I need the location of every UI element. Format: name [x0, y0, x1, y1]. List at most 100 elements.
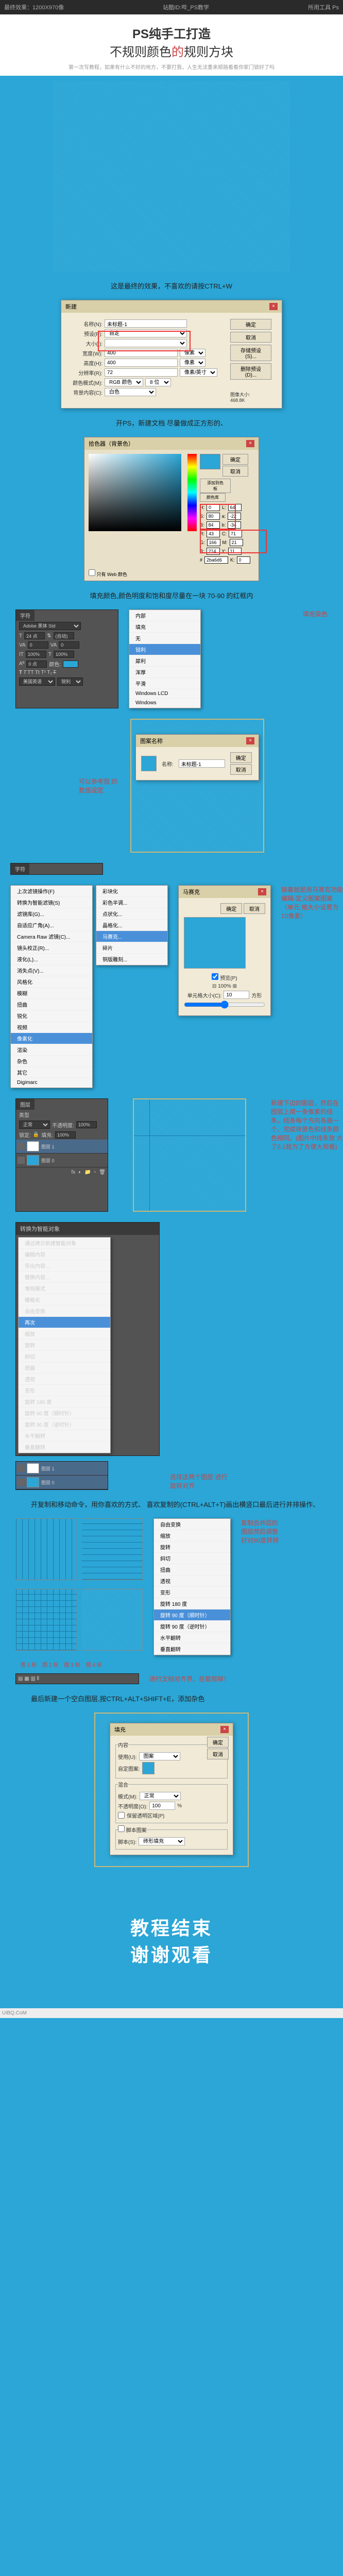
cancel-button[interactable]: 取消 [222, 466, 248, 477]
pattern-name-input[interactable] [179, 759, 225, 768]
distribute-icon[interactable]: ⫴ [37, 1676, 39, 1682]
eye-icon[interactable] [18, 1143, 25, 1150]
res-input[interactable] [105, 368, 178, 377]
close-icon[interactable]: × [246, 440, 254, 447]
delete-preset-button[interactable]: 删除预设(D)... [230, 363, 271, 380]
cancel-button[interactable]: 取消 [230, 764, 252, 775]
close-icon[interactable]: × [220, 1726, 229, 1733]
canvas-lines [133, 1098, 246, 1212]
align-left-icon[interactable]: ▤ [18, 1676, 23, 1682]
ok-button[interactable]: 确定 [207, 1737, 229, 1748]
highlight-sb [200, 504, 236, 530]
title-main: PS纯手工打造 [0, 24, 343, 42]
font-select[interactable]: Adobe 黑体 Std [19, 622, 81, 630]
char-tab[interactable]: 字符 [16, 610, 35, 621]
step8-caption: 开复制和移动命令，用你喜欢的方式、 喜欢复制的(CTRL+ALT+T)画出横竖口… [0, 1495, 343, 1513]
pattern-preview [141, 756, 157, 771]
align-right-icon[interactable]: ▥ [30, 1676, 35, 1682]
color-swatch[interactable] [63, 660, 78, 668]
title-block: PS纯手工打造 不规则颜色的规则方块 第一次写教程，如果有什么不好的地方，不要打… [0, 14, 343, 76]
web-only-checkbox[interactable] [89, 569, 95, 576]
ok-button[interactable]: 确定 [230, 752, 252, 763]
save-preset-button[interactable]: 存储预设(S)... [230, 345, 271, 361]
grid-preview-3 [15, 1589, 77, 1651]
new-layer-icon[interactable]: ▫ [94, 1170, 96, 1175]
close-icon[interactable]: × [258, 888, 266, 895]
header-right: 所用工具 Ps [308, 3, 339, 11]
title-sub: 不规则颜色的规则方块 [0, 42, 343, 60]
doc-name-input[interactable] [105, 319, 187, 328]
top-bar: 最终效果：1200X970像 站酷ID:哔_PS教学 所用工具 Ps [0, 0, 343, 14]
bg-select[interactable]: 白色 [105, 388, 156, 396]
step3-caption: 填充颜色,颜色明度和饱和度尽量在一块 70-90 的红框内 [0, 586, 343, 604]
fill-use-select[interactable]: 图案 [139, 1752, 180, 1760]
filter-section: 字符 [0, 858, 343, 880]
add-swatch-button[interactable]: 添加到色板 [200, 479, 231, 493]
grid-preview-1 [15, 1518, 77, 1580]
height-input[interactable] [105, 359, 178, 367]
step10-caption: 进行文档对齐界、在裁剪掉！ [149, 1674, 230, 1683]
final-preview [53, 81, 290, 272]
step11-caption: 最后新建一个空白图层,按CTRL+ALT+SHIFT+E，添加杂色 [0, 1689, 343, 1707]
selected-layers: 转换为智能对象 通过拷贝新建智能对象 编辑内容 导出内容... 替换内容... … [15, 1222, 160, 1456]
ok-button[interactable]: 确定 [220, 903, 242, 914]
pixelate-submenu: 彩块化 彩色半调... 点状化... 晶格化... 马赛克... 碎片 铜版雕刻… [96, 885, 168, 965]
preview-checkbox[interactable] [212, 973, 218, 980]
mosaic-preview [184, 917, 246, 969]
menu-item[interactable]: 内部 [129, 610, 200, 621]
hex-input[interactable] [204, 556, 228, 564]
leading-icon: ⇅ [47, 633, 51, 639]
title-note: 第一次写教程，如果有什么不好的地方，不要打我，人生无法重来顺路看看你家门锁好了吗 [0, 63, 343, 71]
step6-caption: 新建下边的图层，然后在 图层上用一条像素的线 条，线条每个方向各画一 个、完成背… [271, 1098, 343, 1212]
color-picker-dialog: 拾色器（背景色）× 确定 取消 添加到色板 颜色库 H:L: S:a: B:b:… [84, 437, 259, 581]
header-mid: 站酷ID:哔_PS教学 [163, 3, 209, 11]
close-icon[interactable]: × [246, 737, 254, 744]
cancel-button[interactable]: 取消 [230, 332, 271, 343]
filter-menu: 上次滤镜操作(F) 转换为智能滤镜(S) 滤镜库(G)... 自适应广角(A).… [10, 885, 93, 1088]
aa-select[interactable]: 锐利 [57, 677, 83, 686]
hue-slider[interactable] [187, 454, 197, 531]
ok-button[interactable]: 确定 [230, 319, 271, 330]
grid-preview-2 [81, 1518, 143, 1580]
align-center-icon[interactable]: ▦ [24, 1676, 29, 1682]
footer: UiBQ.CoM [0, 2008, 343, 2018]
highlight-box [98, 331, 191, 351]
layers-panel: 图层 类型 正常不透明度: 锁定:🔒填充: 图层 1 图层 0 fx◐📁▫🗑 [15, 1098, 108, 1212]
fx-icon[interactable]: fx [71, 1170, 75, 1175]
close-icon[interactable]: × [269, 303, 278, 310]
lock-icon[interactable]: 🔒 [33, 1132, 39, 1138]
aa-menu: 内部 填充 无 锐利 犀利 浑厚 平滑 Windows LCD Windows [129, 609, 201, 708]
markers: 图 1 标 图 2 标 图 3 标 图 4 标 [0, 1660, 343, 1668]
highlight-rgb [200, 530, 267, 553]
cancel-button[interactable]: 取消 [244, 903, 265, 914]
layer-row[interactable]: 图层 1 [16, 1140, 108, 1154]
bit-select[interactable]: 8 位 [145, 378, 171, 386]
mask-icon[interactable]: ◐ [78, 1170, 81, 1175]
color-lib-button[interactable]: 颜色库 [200, 493, 226, 502]
trash-icon[interactable]: 🗑 [99, 1170, 106, 1175]
step1 [0, 76, 343, 277]
folder-icon[interactable]: 📁 [84, 1170, 91, 1175]
step2-caption: 开PS，新建文档 尽量做成正方形的、 [0, 414, 343, 432]
cell-slider[interactable] [184, 1001, 265, 1009]
color-field[interactable] [89, 454, 181, 531]
ok-button[interactable]: 确定 [222, 454, 248, 465]
eye-icon[interactable] [18, 1157, 25, 1164]
dialog-titlebar: 新建 × [61, 300, 282, 313]
mosaic-dialog: 马赛克× 确定 取消 预览(P) ⊟ 100% ⊞ 单元格大小(C):方形 [178, 885, 271, 1016]
layer-row[interactable]: 图层 0 [16, 1154, 108, 1167]
header-left: 最终效果：1200X970像 [4, 3, 64, 11]
step4-section: 可以参考我 的数值设定 图案名称× 名称: 确定取消 [0, 714, 343, 858]
step4-caption: 可以参考我 的数值设定 [79, 777, 120, 794]
cell-size-input[interactable] [224, 991, 249, 999]
step1-caption: 这是最终的效果，不喜欢的请按CTRL+W [0, 277, 343, 295]
mode-select[interactable]: RGB 颜色 [105, 378, 143, 386]
res-unit[interactable]: 像素/英寸 [180, 368, 217, 377]
height-unit[interactable]: 像素 [180, 359, 205, 367]
cancel-button[interactable]: 取消 [207, 1749, 229, 1759]
text-size-icon: T [19, 633, 22, 639]
pattern-swatch[interactable] [142, 1762, 155, 1774]
blend-mode-select[interactable]: 正常 [19, 1121, 50, 1129]
fill-label: 填充染色 [303, 611, 328, 618]
filter-header: 字符 [10, 863, 103, 875]
